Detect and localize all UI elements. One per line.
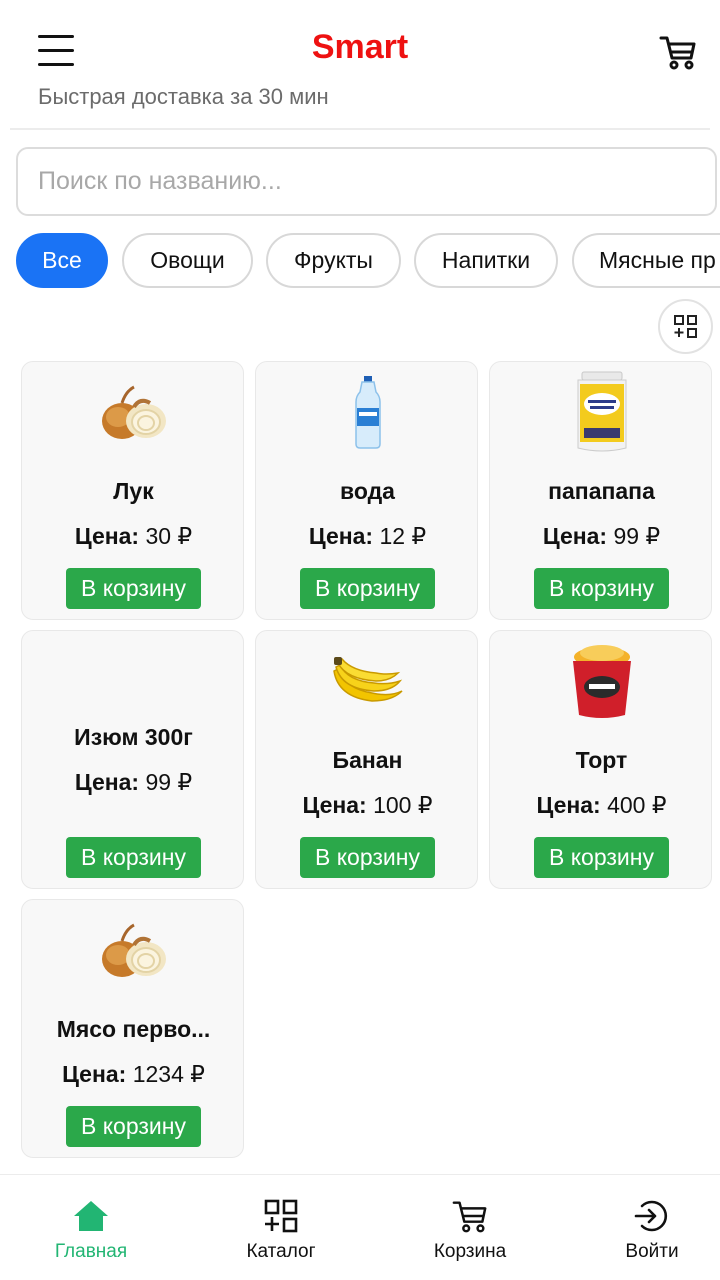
chip-fruits[interactable]: Фрукты: [266, 233, 401, 288]
onion-icon: [88, 905, 180, 995]
nav-login[interactable]: Войти: [582, 1175, 720, 1280]
flour-bag-icon: [556, 367, 648, 457]
product-price: Цена: 99 ₽: [542, 523, 661, 549]
product-name: Банан: [332, 747, 403, 773]
grid-view-toggle-icon[interactable]: [658, 299, 713, 354]
add-to-cart-button[interactable]: В корзину: [66, 568, 201, 609]
tagline: Быстрая доставка за 30 мин: [38, 84, 329, 109]
nav-cart[interactable]: Корзина: [400, 1175, 540, 1280]
product-card[interactable]: папапапа Цена: 99 ₽ В корзину: [489, 361, 712, 620]
banana-icon: [322, 636, 414, 726]
product-name: папапапа: [548, 478, 655, 504]
add-to-cart-button[interactable]: В корзину: [300, 568, 435, 609]
nav-catalog-label: Каталог: [246, 1241, 316, 1262]
app-header: Smart Быстрая доставка за 30 мин: [0, 0, 720, 130]
yogurt-cup-icon: [556, 636, 648, 726]
chip-all[interactable]: Все: [16, 233, 108, 288]
product-name: Мясо перво...: [56, 1016, 211, 1042]
category-chips: Все Овощи Фрукты Напитки Мясные пр: [0, 233, 720, 289]
add-to-cart-button[interactable]: В корзину: [534, 837, 669, 878]
product-card[interactable]: Банан Цена: 100 ₽ В корзину: [255, 630, 478, 889]
home-icon: [72, 1197, 110, 1235]
chip-meat[interactable]: Мясные пр: [572, 233, 720, 288]
chip-drinks[interactable]: Напитки: [414, 233, 558, 288]
bottom-navigation: Главная Каталог Корзина Войти: [0, 1174, 720, 1280]
header-divider: [10, 128, 710, 130]
product-name: Торт: [575, 747, 628, 773]
add-to-cart-button[interactable]: В корзину: [66, 837, 201, 878]
product-price: Цена: 1234 ₽: [62, 1061, 205, 1087]
nav-catalog[interactable]: Каталог: [211, 1175, 351, 1280]
product-price: Цена: 12 ₽: [308, 523, 427, 549]
product-card[interactable]: вода Цена: 12 ₽ В корзину: [255, 361, 478, 620]
add-to-cart-button[interactable]: В корзину: [534, 568, 669, 609]
nav-cart-label: Корзина: [433, 1241, 507, 1262]
product-price: Цена: 100 ₽: [302, 792, 433, 818]
chip-vegetables[interactable]: Овощи: [122, 233, 253, 288]
product-price: Цена: 400 ₽: [536, 792, 667, 818]
catalog-icon: [262, 1197, 300, 1235]
product-name: вода: [340, 478, 395, 504]
product-card[interactable]: Торт Цена: 400 ₽ В корзину: [489, 630, 712, 889]
add-to-cart-button[interactable]: В корзину: [300, 837, 435, 878]
product-name: Лук: [113, 478, 154, 504]
product-card[interactable]: Мясо перво... Цена: 1234 ₽ В корзину: [21, 899, 244, 1158]
onion-icon: [88, 367, 180, 457]
cart-icon: [451, 1197, 489, 1235]
product-price: Цена: 99 ₽: [74, 769, 193, 795]
product-card[interactable]: Лук Цена: 30 ₽ В корзину: [21, 361, 244, 620]
login-icon: [633, 1197, 671, 1235]
search-input[interactable]: [16, 147, 717, 216]
nav-home-label: Главная: [54, 1241, 128, 1262]
product-price: Цена: 30 ₽: [74, 523, 193, 549]
nav-login-label: Войти: [625, 1241, 679, 1262]
water-bottle-icon: [322, 367, 414, 457]
cart-icon[interactable]: [658, 32, 698, 72]
nav-home[interactable]: Главная: [21, 1175, 161, 1280]
add-to-cart-button[interactable]: В корзину: [66, 1106, 201, 1147]
app-logo: Smart: [311, 28, 409, 66]
product-card[interactable]: Изюм 300г Цена: 99 ₽ В корзину: [21, 630, 244, 889]
product-name: Изюм 300г: [74, 724, 193, 750]
